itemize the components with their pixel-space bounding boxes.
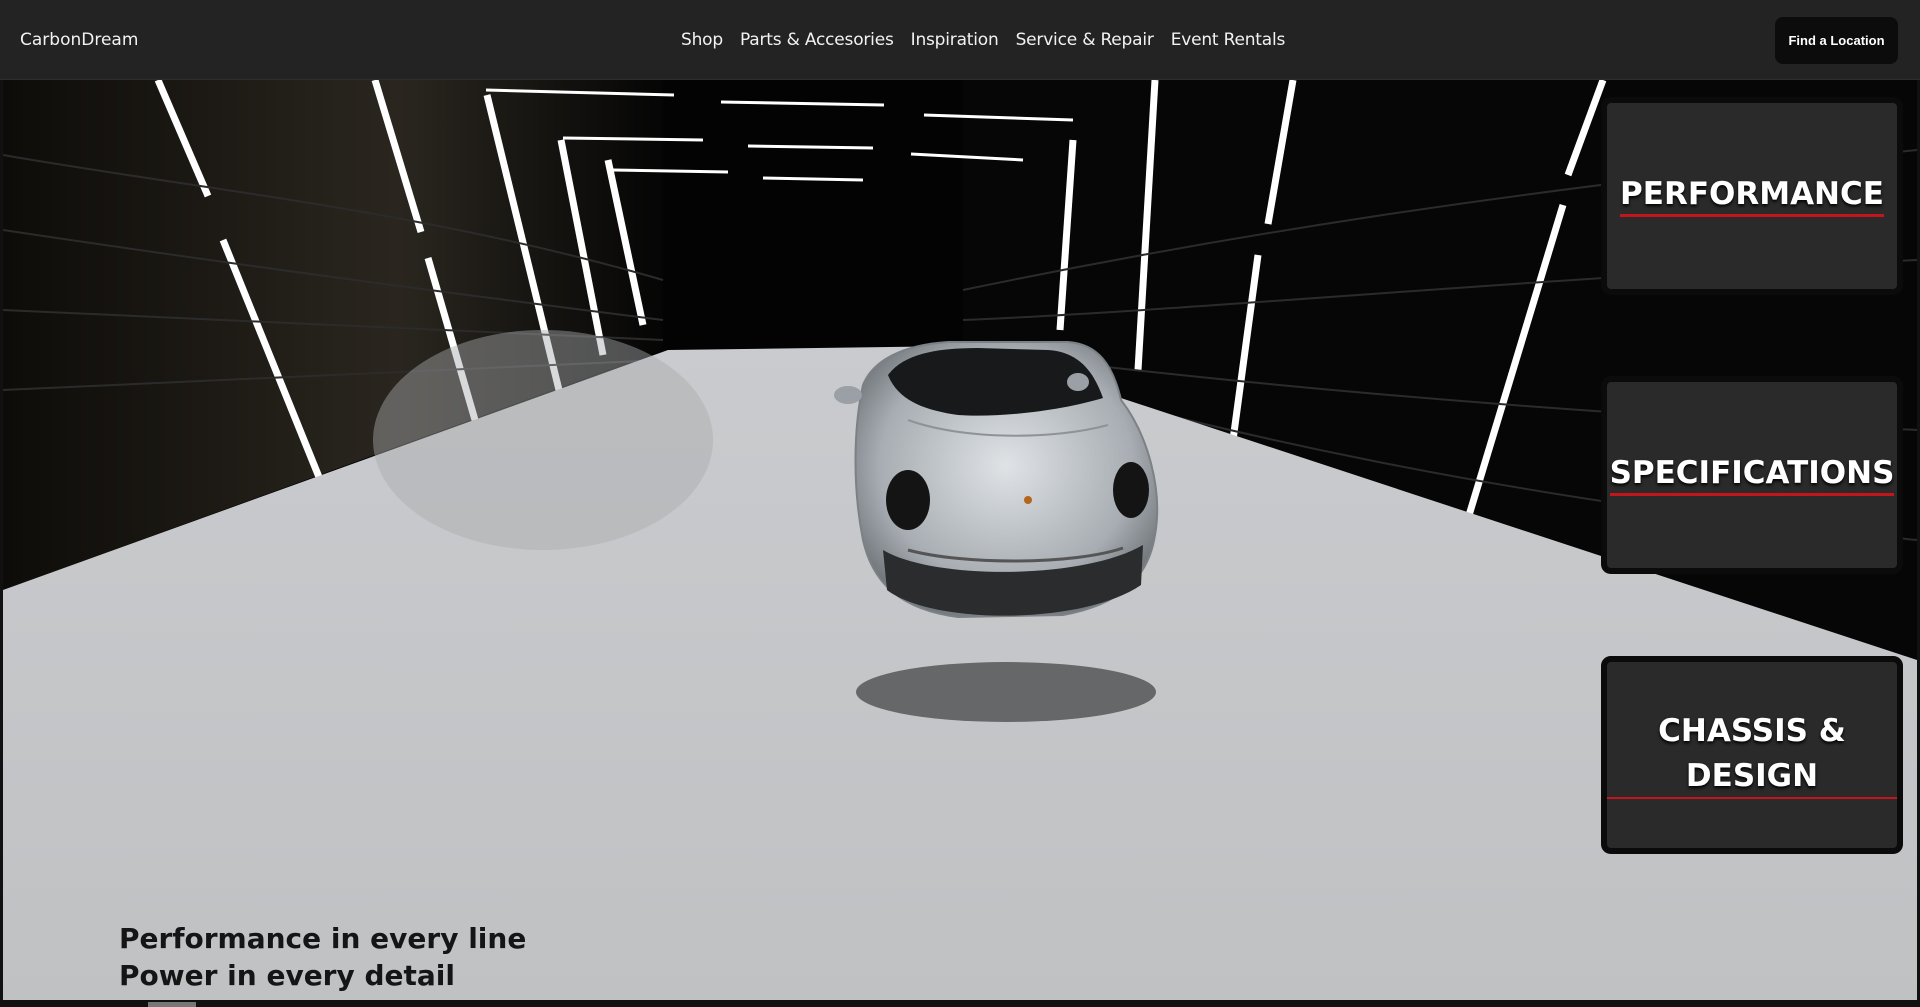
specifications-label: SPECIFICATIONS [1609, 455, 1895, 496]
chassis-label-line1: CHASSIS & [1658, 713, 1846, 749]
nav-link-inspiration[interactable]: Inspiration [911, 30, 999, 50]
performance-label: PERFORMANCE [1620, 176, 1884, 217]
find-location-button[interactable]: Find a Location [1775, 17, 1898, 64]
chassis-design-card[interactable]: CHASSIS & DESIGN [1607, 662, 1897, 848]
nav-link-parts[interactable]: Parts & Accesories [740, 30, 894, 50]
top-navbar: CarbonDream Shop Parts & Accesories Insp… [0, 0, 1920, 80]
tagline-line-1: Performance in every line [119, 922, 527, 955]
specifications-card[interactable]: SPECIFICATIONS [1607, 382, 1897, 568]
chassis-underline [1607, 797, 1897, 799]
nav-link-shop[interactable]: Shop [681, 30, 723, 50]
nav-link-service[interactable]: Service & Repair [1016, 30, 1154, 50]
nav-link-events[interactable]: Event Rentals [1171, 30, 1286, 50]
chassis-label-line2: DESIGN [1685, 758, 1819, 794]
horizontal-scrollbar[interactable] [148, 1002, 196, 1007]
brand-logo[interactable]: CarbonDream [20, 0, 138, 80]
hero-tagline: Performance in every line Power in every… [119, 920, 526, 994]
nav-links: Shop Parts & Accesories Inspiration Serv… [681, 0, 1285, 80]
tagline-line-2: Power in every detail [119, 959, 455, 992]
performance-card[interactable]: PERFORMANCE [1607, 103, 1897, 289]
